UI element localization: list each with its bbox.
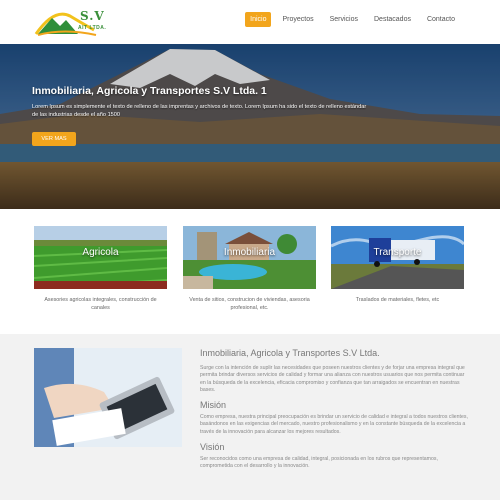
- vision-heading: Visión: [200, 442, 225, 453]
- transporte-image[interactable]: Transporte: [331, 226, 464, 289]
- agricola-image[interactable]: Agricola: [34, 226, 167, 289]
- logo-mountain-icon: [34, 12, 97, 36]
- nav-item-destacados[interactable]: Destacados: [369, 12, 416, 27]
- hero-volcano-image: [0, 44, 500, 209]
- logo-subtitle: AIT LTDA.: [78, 25, 107, 31]
- hero-title: Inmobiliaria, Agricola y Transportes S.V…: [32, 85, 267, 97]
- transporte-description: Traslados de materiales, fletes, etc: [355, 297, 440, 303]
- inmobiliaria-description: Venta de sitios, construcion de vivienda…: [189, 297, 310, 311]
- inmobiliaria-label: Inmobiliaria: [223, 247, 276, 258]
- logo-brand: S.V: [80, 9, 105, 23]
- mision-text: Como empresa, nuestra principal preocupa…: [200, 414, 468, 435]
- services-section: Agricola Asesories agricolas integrales,…: [0, 209, 500, 334]
- hero-slider: Inmobiliaria, Agricola y Transportes S.V…: [0, 44, 500, 209]
- agricola-description: Asesories agricolas integrales, construc…: [44, 297, 157, 311]
- nav-item-servicios[interactable]: Servicios: [325, 12, 363, 27]
- business-laptop-image: [34, 348, 182, 447]
- about-title: Inmobiliaria, Agricola y Transportes S.V…: [200, 348, 380, 358]
- service-card-agricola[interactable]: Agricola Asesories agricolas integrales,…: [34, 226, 167, 312]
- mision-heading: Misión: [200, 400, 227, 411]
- vision-text: Ser reconocidos como una empresa de cali…: [200, 456, 438, 470]
- about-intro: Surge con la intención de suplir las nec…: [200, 365, 465, 393]
- logo[interactable]: S.V AIT LTDA.: [34, 6, 118, 38]
- ver-mas-button[interactable]: VER MAS: [32, 132, 76, 146]
- hero-text: Lorem Ipsum es simplemente el texto de r…: [32, 104, 367, 118]
- nav-item-contacto[interactable]: Contacto: [422, 12, 460, 27]
- site-header: S.V AIT LTDA. Inicio Proyectos Servicios…: [0, 0, 500, 44]
- nav-item-proyectos[interactable]: Proyectos: [277, 12, 318, 27]
- inmobiliaria-image[interactable]: Inmobiliaria: [183, 226, 316, 289]
- service-card-inmobiliaria[interactable]: Inmobiliaria Venta de sitios, construcio…: [183, 226, 316, 312]
- transporte-label: Transporte: [373, 247, 422, 258]
- about-content: Inmobiliaria, Agricola y Transportes S.V…: [200, 348, 470, 471]
- agricola-label: Agricola: [82, 247, 119, 258]
- main-nav: Inicio Proyectos Servicios Destacados Co…: [245, 12, 460, 27]
- about-section: Inmobiliaria, Agricola y Transportes S.V…: [0, 334, 500, 500]
- nav-item-inicio[interactable]: Inicio: [245, 12, 272, 27]
- service-card-transporte[interactable]: Transporte Traslados de materiales, flet…: [331, 226, 464, 305]
